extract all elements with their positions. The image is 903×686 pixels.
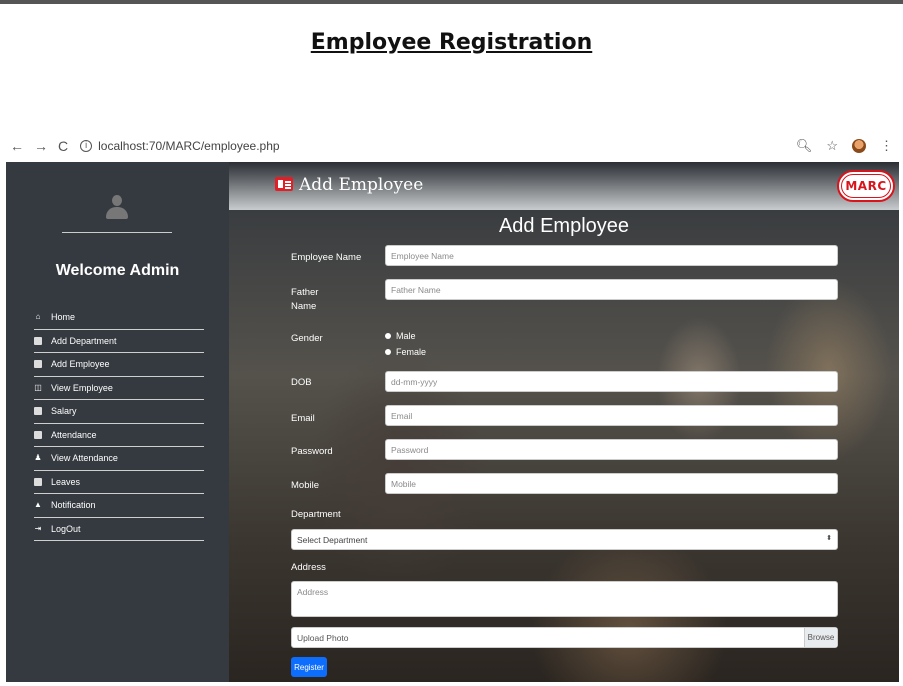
sidebar-item-add-department[interactable]: Add Department <box>34 330 204 353</box>
browser-toolbar: ← → C i localhost:70/MARC/employee.php 🔍… <box>0 133 903 159</box>
sidebar-item-notification[interactable]: ▲ Notification <box>34 494 204 518</box>
top-border <box>0 0 903 4</box>
upload-photo-text: Upload Photo <box>297 632 349 643</box>
profile-avatar-icon[interactable] <box>852 139 866 153</box>
view-icon: ◫ <box>34 382 42 392</box>
password-label: Password <box>291 446 333 457</box>
sidebar-item-label: LogOut <box>51 523 81 534</box>
page-header: Add Employee MARC <box>229 162 899 210</box>
sidebar-item-label: Notification <box>51 500 96 511</box>
reload-icon[interactable]: C <box>58 138 68 154</box>
id-card-icon <box>34 360 42 369</box>
page-title: Add Employee <box>299 175 424 195</box>
gender-female-radio[interactable]: Female <box>385 347 426 357</box>
mobile-input[interactable]: Mobile <box>385 473 838 494</box>
employee-name-input[interactable]: Employee Name <box>385 245 838 266</box>
sidebar-menu: ⌂ Home Add Department Add Employee ◫ View … <box>34 306 204 541</box>
father-name-label: Father Name <box>291 287 319 312</box>
sidebar-item-view-attendance[interactable]: ♟ View Attendance <box>34 447 204 471</box>
sidebar-item-label: View Attendance <box>51 453 118 464</box>
sidebar: Welcome Admin ⌂ Home Add Department Add E… <box>6 162 229 682</box>
mobile-label: Mobile <box>291 480 319 491</box>
sidebar-item-label: Leaves <box>51 476 81 487</box>
document-title: Employee Registration <box>310 30 593 55</box>
dob-input[interactable]: dd-mm-yyyy <box>385 371 838 392</box>
address-bar[interactable]: i localhost:70/MARC/employee.php <box>80 139 280 153</box>
radio-icon <box>385 349 391 355</box>
money-icon <box>34 407 42 416</box>
forward-icon[interactable]: → <box>34 138 48 154</box>
leave-icon <box>34 477 42 486</box>
user-check-icon: ♟ <box>34 453 42 463</box>
sidebar-item-home[interactable]: ⌂ Home <box>34 306 204 330</box>
kebab-menu-icon[interactable]: ⋮ <box>880 138 893 154</box>
sidebar-divider <box>62 232 172 233</box>
form-title: Add Employee <box>498 215 630 237</box>
id-card-icon <box>275 177 293 191</box>
app-window: Welcome Admin ⌂ Home Add Department Add E… <box>6 162 899 682</box>
sidebar-item-label: Home <box>51 312 76 323</box>
welcome-text: Welcome Admin <box>55 262 180 279</box>
sidebar-item-attendance[interactable]: Attendance <box>34 424 204 447</box>
calendar-icon <box>34 430 42 439</box>
employee-name-label: Employee Name <box>291 252 362 263</box>
department-label: Department <box>291 509 341 520</box>
browser-nav: ← → C <box>10 138 68 154</box>
back-icon[interactable]: ← <box>10 138 24 154</box>
father-name-input[interactable]: Father Name <box>385 279 838 300</box>
main-area: Add Employee MARC Add Employee Employee … <box>229 162 899 682</box>
browse-button[interactable]: Browse <box>804 628 837 647</box>
star-icon[interactable]: ☆ <box>826 138 838 154</box>
select-arrow-icon: ⬍ <box>826 535 832 542</box>
sidebar-item-add-employee[interactable]: Add Employee <box>34 353 204 377</box>
password-input[interactable]: Password <box>385 439 838 460</box>
browser-actions: 🔍︎ ☆ ⋮ <box>796 138 893 154</box>
upload-photo-input[interactable]: Upload Photo Browse <box>291 627 838 648</box>
user-avatar-icon <box>106 195 128 221</box>
home-icon: ⌂ <box>35 312 41 322</box>
zoom-icon[interactable]: 🔍︎ <box>796 138 813 154</box>
sidebar-item-label: View Employee <box>51 382 113 393</box>
sidebar-item-label: Salary <box>51 406 77 417</box>
sidebar-item-view-employee[interactable]: ◫ View Employee <box>34 377 204 400</box>
department-selected: Select Department <box>297 534 368 545</box>
address-textarea[interactable]: Address <box>291 581 838 617</box>
marc-logo: MARC <box>837 170 895 202</box>
info-icon[interactable]: i <box>80 140 93 152</box>
sidebar-item-logout[interactable]: ⇥ LogOut <box>34 518 204 541</box>
sidebar-item-label: Attendance <box>51 429 97 440</box>
sidebar-item-label: Add Department <box>51 335 117 346</box>
dob-label: DOB <box>291 377 312 388</box>
sidebar-item-leaves[interactable]: Leaves <box>34 471 204 494</box>
register-button[interactable]: Register <box>291 657 327 677</box>
department-icon <box>34 336 42 345</box>
url-text[interactable]: localhost:70/MARC/employee.php <box>98 139 279 153</box>
radio-icon <box>385 333 391 339</box>
bell-icon: ▲ <box>34 500 42 510</box>
sidebar-item-salary[interactable]: Salary <box>34 400 204 424</box>
email-input[interactable]: Email <box>385 405 838 426</box>
logout-icon: ⇥ <box>34 523 42 533</box>
sidebar-item-label: Add Employee <box>51 359 110 370</box>
gender-label: Gender <box>291 333 323 344</box>
department-select[interactable]: Select Department ⬍ <box>291 529 838 550</box>
form-panel: Add Employee Employee Name Employee Name… <box>229 210 899 682</box>
email-label: Email <box>291 413 315 424</box>
gender-male-radio[interactable]: Male <box>385 331 416 341</box>
address-label: Address <box>291 562 326 573</box>
